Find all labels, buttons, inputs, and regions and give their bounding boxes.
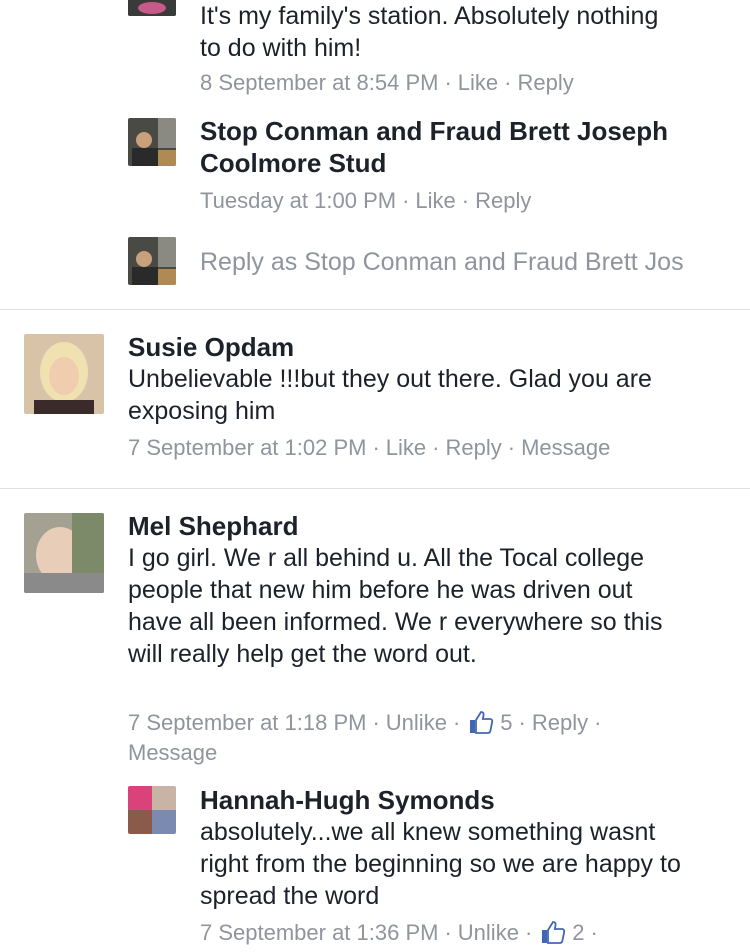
- avatar[interactable]: [128, 0, 176, 16]
- like-button[interactable]: Like: [458, 70, 498, 95]
- reply-button[interactable]: Reply: [445, 435, 501, 460]
- separator-dot: ·: [518, 710, 526, 735]
- separator-dot: ·: [452, 710, 461, 735]
- timestamp[interactable]: 7 September at 1:18 PM: [128, 710, 366, 735]
- comment-meta: 8 September at 8:54 PM · Like · Reply: [200, 68, 574, 98]
- separator-dot: ·: [504, 70, 512, 95]
- avatar[interactable]: [24, 334, 104, 414]
- comment-author[interactable]: Stop Conman and Fraud Brett Joseph Coolm…: [200, 115, 720, 179]
- comment-meta: 7 September at 1:18 PM · Unlike · 5 · Reply ·: [128, 708, 607, 742]
- comment-meta: 7 September at 1:36 PM · Unlike · 2 ·: [200, 918, 604, 952]
- separator-dot: ·: [432, 435, 440, 460]
- divider: [0, 488, 750, 489]
- comment-author[interactable]: Susie Opdam: [128, 331, 294, 363]
- comment-text: absolutely...we all knew something wasnt…: [200, 818, 681, 910]
- timestamp[interactable]: 8 September at 8:54 PM: [200, 70, 438, 95]
- comment-meta-continued: Message: [128, 738, 217, 768]
- separator-dot: ·: [461, 188, 470, 213]
- reply-button[interactable]: Reply: [475, 188, 531, 213]
- comment-text: I go girl. We r all behind u. All the To…: [128, 544, 663, 668]
- comment-text: It's my family's station. Absolutely not…: [200, 2, 659, 62]
- separator-dot: ·: [402, 188, 410, 213]
- avatar: [128, 237, 176, 285]
- comment-author[interactable]: Mel Shephard: [128, 510, 298, 542]
- comment-text: Unbelievable !!!but they out there. Glad…: [128, 365, 652, 425]
- timestamp[interactable]: 7 September at 1:36 PM: [200, 920, 438, 945]
- separator-dot: ·: [444, 70, 452, 95]
- avatar[interactable]: [128, 118, 176, 166]
- divider: [0, 309, 750, 310]
- message-button[interactable]: Message: [521, 435, 610, 460]
- unlike-button[interactable]: Unlike: [458, 920, 519, 945]
- separator-dot: ·: [507, 435, 516, 460]
- reply-input[interactable]: Reply as Stop Conman and Fraud Brett Jos: [200, 246, 750, 278]
- separator-dot: ·: [594, 710, 602, 735]
- separator-dot: ·: [372, 435, 380, 460]
- timestamp[interactable]: Tuesday at 1:00 PM: [200, 188, 396, 213]
- separator-dot: ·: [444, 920, 452, 945]
- comment-author[interactable]: Hannah-Hugh Symonds: [200, 784, 495, 816]
- timestamp[interactable]: 7 September at 1:02 PM: [128, 435, 366, 460]
- thumbs-up-icon[interactable]: [468, 710, 494, 742]
- comment-meta: 7 September at 1:02 PM · Like · Reply · Messag…: [128, 433, 610, 463]
- like-button[interactable]: Like: [386, 435, 426, 460]
- avatar[interactable]: [128, 786, 176, 834]
- reply-button[interactable]: Reply: [532, 710, 588, 735]
- separator-dot: ·: [372, 710, 380, 735]
- comment-meta: Tuesday at 1:00 PM · Like · Reply: [200, 186, 531, 216]
- like-button[interactable]: Like: [415, 188, 455, 213]
- like-count[interactable]: 2: [572, 920, 584, 945]
- separator-dot: ·: [524, 920, 533, 945]
- thumbs-up-icon[interactable]: [540, 920, 566, 952]
- message-button[interactable]: Message: [128, 740, 217, 765]
- unlike-button[interactable]: Unlike: [386, 710, 447, 735]
- reply-button[interactable]: Reply: [517, 70, 573, 95]
- avatar[interactable]: [24, 513, 104, 593]
- separator-dot: ·: [590, 920, 598, 945]
- like-count[interactable]: 5: [500, 710, 512, 735]
